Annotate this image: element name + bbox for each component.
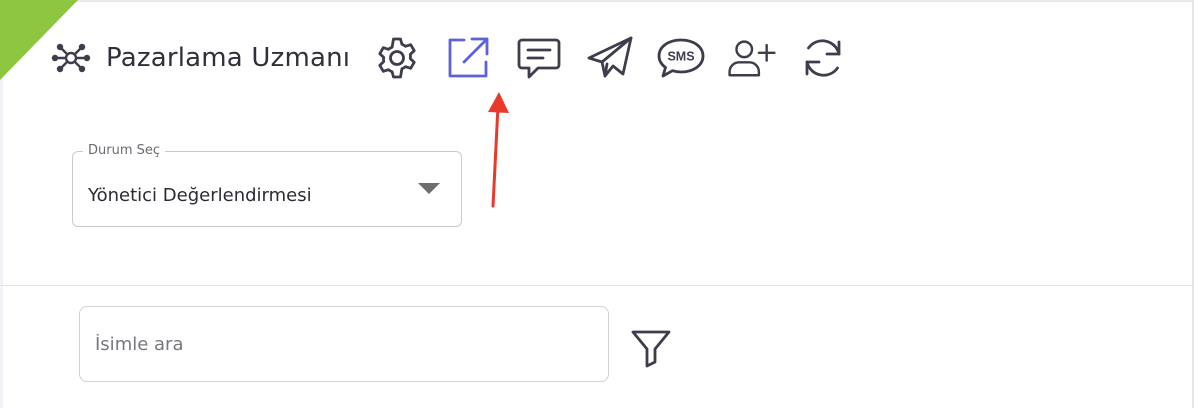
annotation-arrow [488, 92, 509, 208]
network-icon [51, 43, 91, 73]
status-select-label: Durum Seç [83, 143, 166, 158]
header: Pazarlama Uzmanı SMS [50, 30, 848, 86]
open-external-button[interactable] [443, 31, 493, 85]
sms-icon: SMS [657, 38, 705, 78]
search-input[interactable] [81, 308, 607, 380]
filter-icon [631, 330, 671, 368]
status-select[interactable]: Durum Seç Yönetici Değerlendirmesi [72, 143, 462, 227]
sms-button[interactable]: SMS [656, 31, 706, 85]
top-border [0, 0, 1194, 2]
add-user-button[interactable] [727, 31, 777, 85]
page-title: Pazarlama Uzmanı [106, 43, 351, 73]
message-icon [517, 38, 561, 79]
sms-icon-text: SMS [668, 50, 695, 64]
settings-button[interactable] [372, 31, 422, 85]
external-link-icon [448, 37, 489, 78]
send-icon [587, 36, 633, 78]
page: Pazarlama Uzmanı SMS Durum Seç Yönetici … [0, 0, 1194, 408]
filter-button[interactable] [628, 326, 674, 370]
refresh-button[interactable] [798, 31, 848, 85]
add-user-icon [728, 40, 776, 77]
message-button[interactable] [514, 31, 564, 85]
title-group: Pazarlama Uzmanı [50, 37, 372, 79]
send-button[interactable] [585, 31, 635, 85]
refresh-icon [805, 39, 841, 77]
section-divider [0, 285, 1194, 286]
toolbar: SMS [372, 31, 848, 85]
search-field [79, 306, 609, 382]
chevron-down-icon [418, 183, 440, 194]
gear-icon [378, 37, 416, 79]
status-select-value: Yönetici Değerlendirmesi [88, 185, 312, 206]
